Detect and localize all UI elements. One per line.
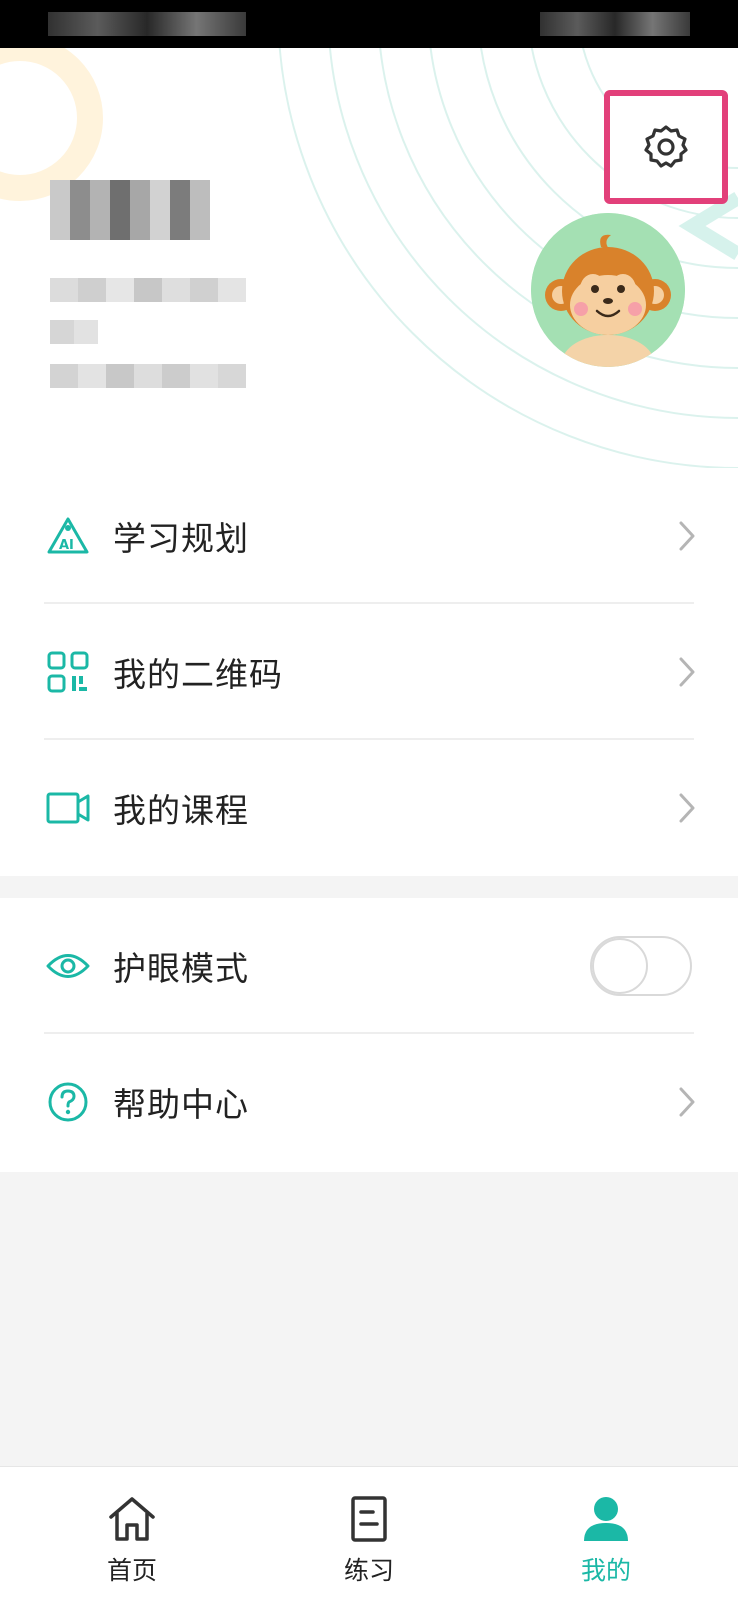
ai-plan-icon: AI [45, 513, 91, 559]
home-icon [109, 1497, 155, 1541]
menu-item-label: 学习规划 [113, 519, 249, 558]
menu-item-label: 我的课程 [113, 791, 249, 830]
chevron-right-icon [679, 1087, 695, 1117]
help-circle-icon [45, 1079, 91, 1125]
menu-group-2: 护眼模式 帮助中心 [0, 898, 738, 1172]
gear-icon [644, 125, 688, 168]
chevron-right-icon [679, 521, 695, 551]
status-bar-right-blur [540, 12, 690, 36]
bottom-tab-bar: 首页 练习 我的 [0, 1466, 738, 1601]
video-camera-icon [45, 785, 91, 831]
menu-item-help-center[interactable]: 帮助中心 [0, 1034, 738, 1170]
eye-care-toggle[interactable] [590, 936, 692, 996]
user-info-line-1-blurred [50, 278, 246, 302]
chevron-right-icon [679, 657, 695, 687]
status-bar-left-blur [48, 12, 246, 36]
user-icon [584, 1497, 628, 1541]
menu-item-study-plan[interactable]: AI 学习规划 [0, 468, 738, 604]
menu-item-my-courses[interactable]: 我的课程 [0, 740, 738, 876]
menu-item-my-qr-code[interactable]: 我的二维码 [0, 604, 738, 740]
tab-mine[interactable]: 我的 [526, 1467, 686, 1601]
user-info-line-2-blurred [50, 320, 98, 344]
avatar[interactable] [531, 213, 685, 367]
tab-label: 练习 [343, 1556, 394, 1585]
toggle-knob [592, 938, 648, 994]
eye-icon [45, 943, 91, 989]
status-bar [0, 0, 738, 48]
svg-text:AI: AI [59, 538, 74, 553]
qr-code-icon [45, 649, 91, 695]
tab-home[interactable]: 首页 [52, 1467, 212, 1601]
chevron-right-icon [679, 793, 695, 823]
tab-practice[interactable]: 练习 [289, 1467, 449, 1601]
settings-button[interactable] [604, 90, 728, 204]
monkey-avatar-icon [531, 213, 685, 367]
menu-item-eye-care-mode: 护眼模式 [0, 898, 738, 1034]
user-info-line-3-blurred [50, 364, 246, 388]
menu-item-label: 帮助中心 [113, 1085, 249, 1124]
menu-item-label: 护眼模式 [113, 949, 249, 988]
tab-label: 首页 [106, 1556, 157, 1585]
user-name-blurred [50, 180, 210, 240]
profile-header [0, 48, 738, 468]
tab-label: 我的 [580, 1556, 631, 1585]
menu-group-1: AI 学习规划 我的二维码 我的课程 [0, 468, 738, 876]
menu-item-label: 我的二维码 [113, 655, 283, 694]
document-icon [351, 1496, 387, 1542]
